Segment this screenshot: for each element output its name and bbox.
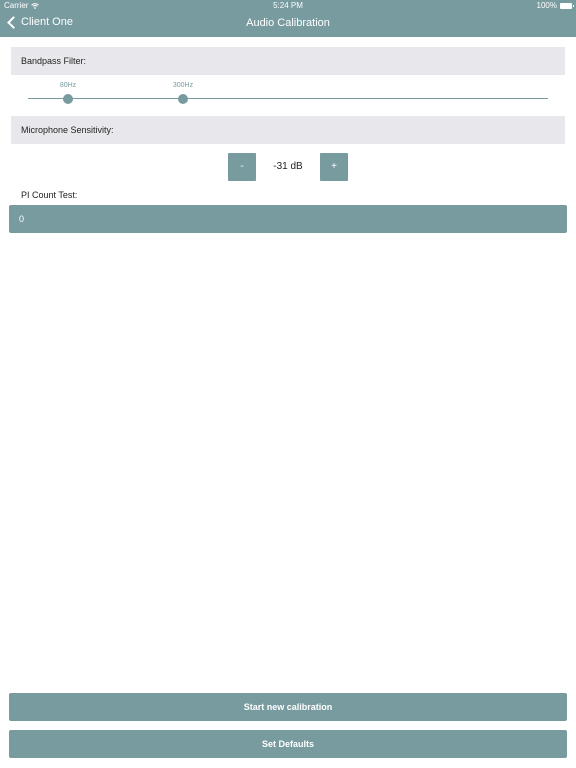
- low-frequency-handle[interactable]: [63, 94, 73, 104]
- battery-percent: 100%: [536, 1, 557, 10]
- bandpass-filter-header: Bandpass Filter:: [11, 47, 565, 75]
- increase-sensitivity-button[interactable]: +: [320, 153, 348, 181]
- microphone-sensitivity-header: Microphone Sensitivity:: [11, 116, 565, 144]
- start-calibration-button[interactable]: Start new calibration: [9, 693, 567, 721]
- pi-count-value-field: 0: [9, 205, 567, 233]
- page-title: Audio Calibration: [246, 17, 330, 29]
- battery-indicator: 100%: [536, 1, 574, 10]
- low-frequency-label: 80Hz: [59, 82, 77, 89]
- high-frequency-label: 300Hz: [172, 82, 194, 89]
- high-frequency-handle[interactable]: [178, 94, 188, 104]
- set-defaults-button[interactable]: Set Defaults: [9, 730, 567, 758]
- navigation-bar: Client One Audio Calibration: [0, 12, 576, 37]
- sensitivity-value: -31 dB: [273, 161, 303, 172]
- bandpass-slider-track[interactable]: [28, 98, 548, 99]
- decrease-sensitivity-button[interactable]: -: [228, 153, 256, 181]
- battery-icon: [560, 2, 574, 9]
- pi-count-label: PI Count Test:: [21, 190, 78, 200]
- status-time: 5:24 PM: [273, 1, 303, 10]
- status-bar: Carrier 5:24 PM 100%: [0, 0, 576, 12]
